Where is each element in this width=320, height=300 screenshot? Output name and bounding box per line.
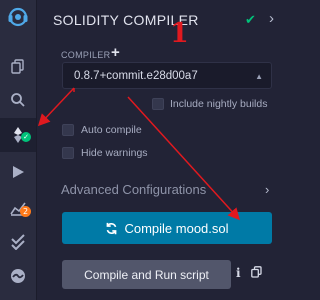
compile-and-run-button[interactable]: Compile and Run script	[62, 260, 231, 289]
compile-button[interactable]: Compile mood.sol	[62, 212, 272, 244]
copy-icon[interactable]	[251, 266, 262, 278]
compile-and-run-label: Compile and Run script	[84, 267, 209, 282]
include-nightly-checkbox[interactable]	[152, 98, 164, 110]
tests-icon[interactable]	[0, 228, 36, 256]
auto-compile-label: Auto compile	[81, 124, 142, 136]
hide-warnings-label: Hide warnings	[81, 147, 148, 159]
compiler-label: COMPILER	[61, 50, 111, 60]
icon-sidebar: ✓ 2	[0, 0, 37, 300]
remix-logo-icon[interactable]	[0, 0, 36, 34]
analysis-icon[interactable]: 2	[0, 194, 36, 222]
auto-compile-checkbox[interactable]	[62, 124, 74, 136]
hide-warnings-checkbox[interactable]	[62, 147, 74, 159]
compiled-success-icon: ✓	[21, 132, 31, 142]
chevron-right-icon[interactable]: ›	[269, 10, 274, 27]
advanced-chevron-icon[interactable]: ›	[265, 182, 269, 197]
analysis-badge: 2	[20, 206, 31, 217]
refresh-icon	[107, 222, 117, 234]
advanced-configurations-toggle[interactable]: Advanced Configurations	[61, 182, 206, 197]
info-icon[interactable]: i	[236, 266, 241, 280]
search-icon[interactable]	[0, 86, 36, 114]
annotation-number: 1	[170, 18, 189, 49]
compiler-panel: SOLIDITY COMPILER ✔ › COMPILER + 0.8.7+c…	[37, 0, 292, 300]
compiler-version-value: 0.8.7+commit.e28d00a7	[74, 70, 198, 82]
add-compiler-icon[interactable]: +	[111, 44, 120, 61]
compiler-version-select[interactable]: 0.8.7+commit.e28d00a7 ▲	[62, 62, 272, 89]
debugger-icon[interactable]	[0, 262, 36, 290]
solidity-compiler-icon[interactable]: ✓	[0, 118, 36, 152]
file-explorer-icon[interactable]	[0, 52, 36, 80]
compile-button-label: Compile mood.sol	[124, 220, 229, 236]
select-caret-icon: ▲	[255, 72, 263, 81]
include-nightly-label: Include nightly builds	[170, 98, 268, 110]
check-icon: ✔	[245, 12, 256, 27]
deploy-run-icon[interactable]	[0, 158, 36, 186]
